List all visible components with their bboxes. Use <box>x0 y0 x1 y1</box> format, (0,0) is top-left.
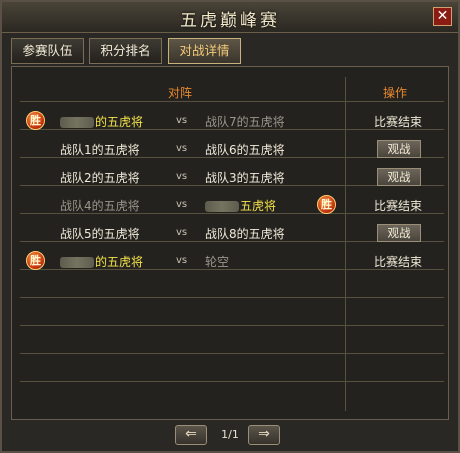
watch-button[interactable]: 观战 <box>377 140 421 158</box>
team-left: 战队1的五虎将 <box>60 143 140 157</box>
team-left: 的五虎将 <box>60 253 143 270</box>
vs-label: vs <box>176 199 188 210</box>
team-left: 战队2的五虎将 <box>60 171 140 185</box>
vs-label: vs <box>176 115 188 126</box>
window-title: 五虎巅峰赛 <box>180 11 280 31</box>
column-divider <box>345 77 346 411</box>
blurred-team-name <box>205 201 239 212</box>
prev-page-button[interactable]: ⇐ <box>175 425 207 445</box>
watch-button[interactable]: 观战 <box>377 224 421 242</box>
pagination: ⇐ 1/1 ⇒ <box>2 425 458 447</box>
next-page-button[interactable]: ⇒ <box>248 425 280 445</box>
team-right: 五虎将 <box>205 197 276 214</box>
team-left: 战队5的五虎将 <box>60 227 140 241</box>
row-divider <box>20 297 444 298</box>
row-divider <box>20 325 444 326</box>
win-badge-icon: 胜 <box>26 251 45 270</box>
match-status: 比赛结束 <box>374 199 423 213</box>
tab-teams[interactable]: 参赛队伍 <box>11 38 84 64</box>
team-right: 战队3的五虎将 <box>205 171 285 185</box>
match-status: 比赛结束 <box>374 115 423 129</box>
team-right: 战队8的五虎将 <box>205 227 285 241</box>
title-bar: 五虎巅峰赛 ✕ <box>2 2 458 33</box>
match-table: 对阵 操作 胜 的五虎将 vs 战队7的五虎将 比赛结束 战队1的五虎将 vs … <box>11 66 449 420</box>
tab-ranking[interactable]: 积分排名 <box>89 38 162 64</box>
vs-label: vs <box>176 227 188 238</box>
watch-button[interactable]: 观战 <box>377 168 421 186</box>
header-action: 操作 <box>383 86 408 100</box>
win-badge-icon: 胜 <box>317 195 336 214</box>
team-left: 战队4的五虎将 <box>60 199 140 213</box>
match-status: 比赛结束 <box>374 255 423 269</box>
row-divider <box>20 381 444 382</box>
team-right: 轮空 <box>205 255 230 269</box>
header-matchup: 对阵 <box>168 86 193 100</box>
tournament-window: 五虎巅峰赛 ✕ 参赛队伍 积分排名 对战详情 对阵 操作 胜 的五虎将 vs 战… <box>0 0 460 453</box>
row-divider <box>20 101 444 102</box>
page-indicator: 1/1 <box>221 428 239 441</box>
blurred-team-name <box>60 117 94 128</box>
tab-match-details[interactable]: 对战详情 <box>168 38 241 64</box>
vs-label: vs <box>176 255 188 266</box>
team-right: 战队7的五虎将 <box>205 115 285 129</box>
team-left: 的五虎将 <box>60 113 143 130</box>
blurred-team-name <box>60 257 94 268</box>
vs-label: vs <box>176 143 188 154</box>
close-button[interactable]: ✕ <box>433 7 452 26</box>
win-badge-icon: 胜 <box>26 111 45 130</box>
row-divider <box>20 353 444 354</box>
team-right: 战队6的五虎将 <box>205 143 285 157</box>
vs-label: vs <box>176 171 188 182</box>
